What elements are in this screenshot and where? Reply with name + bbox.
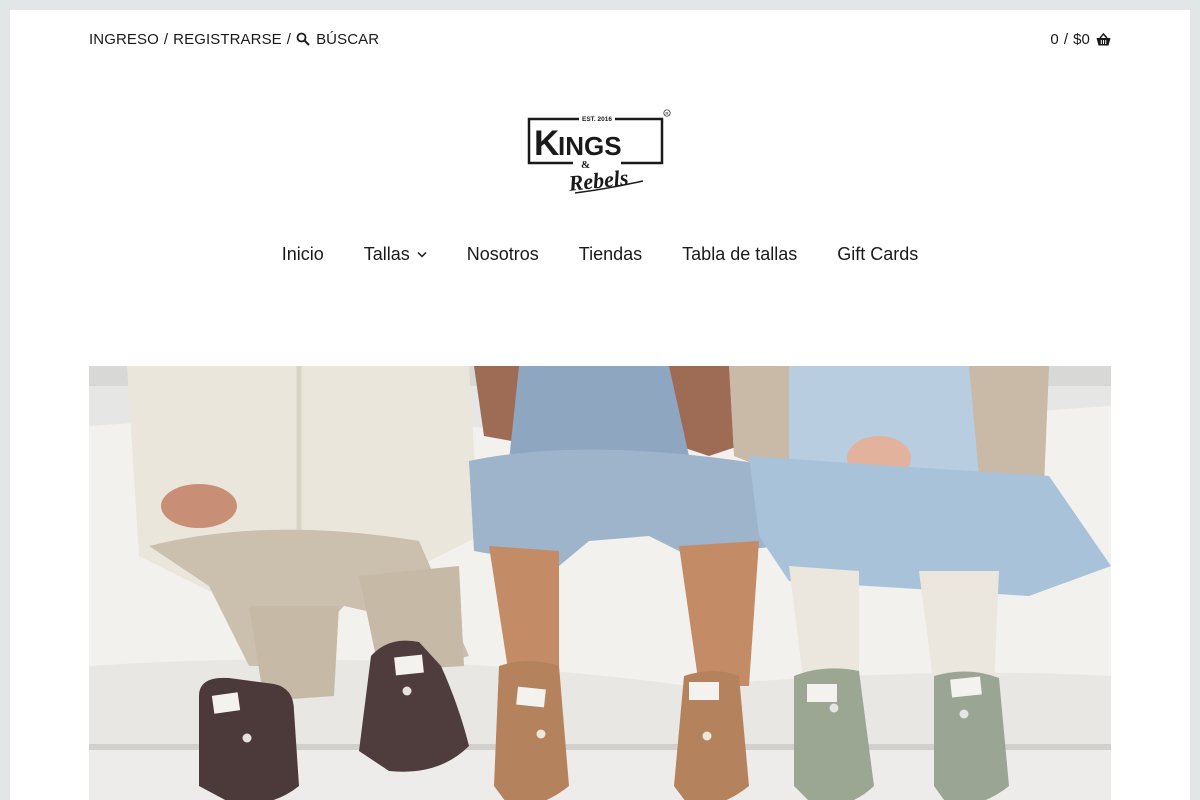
nav-item-tabla-de-tallas[interactable]: Tabla de tallas xyxy=(682,244,797,265)
nav-item-gift-cards[interactable]: Gift Cards xyxy=(837,244,918,265)
top-utility-bar: INGRESO / REGISTRARSE / BÚSCAR 0 / $0 xyxy=(89,28,1111,50)
nav-label: Nosotros xyxy=(466,244,539,264)
svg-text:INGS: INGS xyxy=(558,131,622,161)
svg-text:EST. 2016: EST. 2016 xyxy=(582,116,612,123)
logo-graphic: EST. 2016 K INGS & Rebels R xyxy=(527,109,671,196)
nav-label: Gift Cards xyxy=(837,244,919,264)
hero-image xyxy=(89,366,1111,800)
nav-label: Inicio xyxy=(281,244,324,264)
chevron-down-icon xyxy=(417,251,427,258)
nav-item-nosotros[interactable]: Nosotros xyxy=(467,244,539,265)
basket-icon xyxy=(1096,32,1111,45)
account-links: INGRESO / REGISTRARSE / BÚSCAR xyxy=(89,31,379,48)
search-label: BÚSCAR xyxy=(316,30,380,48)
svg-text:Rebels: Rebels xyxy=(566,165,629,196)
search-icon xyxy=(296,32,310,46)
cart-total: $0 xyxy=(1073,30,1090,48)
nav-label: Tiendas xyxy=(578,244,643,264)
separator: / xyxy=(286,30,292,48)
nav-label: Tabla de tallas xyxy=(682,244,798,264)
nav-item-tallas[interactable]: Tallas xyxy=(364,244,427,265)
cart-link[interactable]: 0 / $0 xyxy=(1050,31,1111,48)
register-link[interactable]: REGISTRARSE xyxy=(173,31,282,48)
cart-count: 0 xyxy=(1050,30,1059,48)
brand-logo[interactable]: EST. 2016 K INGS & Rebels R xyxy=(527,107,675,197)
svg-text:K: K xyxy=(534,124,559,163)
page: INGRESO / REGISTRARSE / BÚSCAR 0 / $0 ES… xyxy=(10,10,1190,800)
separator: / xyxy=(1063,30,1069,48)
login-link[interactable]: INGRESO xyxy=(89,31,159,48)
nav-item-tiendas[interactable]: Tiendas xyxy=(579,244,642,265)
hero-photo-babies-booties xyxy=(89,366,1111,800)
nav-item-inicio[interactable]: Inicio xyxy=(282,244,324,265)
search-link[interactable]: BÚSCAR xyxy=(296,31,379,48)
separator: / xyxy=(163,30,169,48)
main-nav: Inicio Tallas Nosotros Tiendas Tabla de … xyxy=(10,244,1190,265)
nav-label: Tallas xyxy=(363,244,410,264)
